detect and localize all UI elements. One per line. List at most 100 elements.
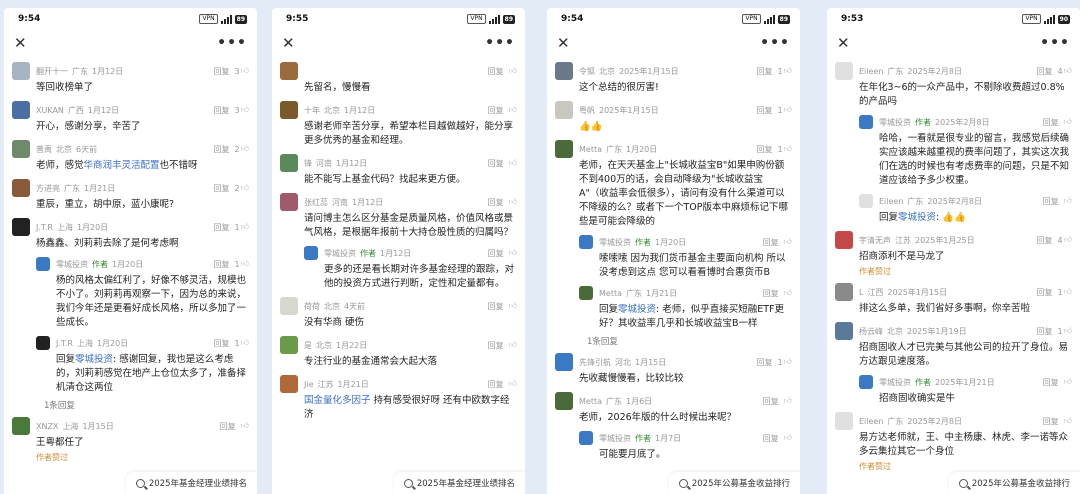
- avatar[interactable]: [579, 286, 593, 300]
- like-button[interactable]: 1 👍︎: [1058, 326, 1072, 336]
- user-name[interactable]: XUKAN: [36, 106, 64, 115]
- user-name[interactable]: 零城投资: [599, 237, 631, 248]
- like-button[interactable]: 👍︎: [784, 433, 792, 443]
- like-button[interactable]: 👍︎: [509, 105, 517, 115]
- like-button[interactable]: 2 👍︎: [235, 183, 249, 193]
- close-icon[interactable]: ✕: [557, 35, 570, 51]
- avatar[interactable]: [835, 412, 853, 430]
- reply-button[interactable]: 回复: [763, 237, 779, 248]
- reply-button[interactable]: 回复: [757, 105, 773, 116]
- reply-button[interactable]: 回复: [1043, 196, 1059, 207]
- reply-button[interactable]: 回复: [488, 158, 504, 169]
- user-name[interactable]: 杨云峰: [859, 326, 883, 337]
- reply-button[interactable]: 回复: [488, 379, 504, 390]
- user-name[interactable]: 宇清无声: [859, 235, 891, 246]
- avatar[interactable]: [835, 231, 853, 249]
- avatar[interactable]: [12, 218, 30, 236]
- like-button[interactable]: 👍︎: [509, 301, 517, 311]
- user-name[interactable]: 普禹: [36, 144, 52, 155]
- more-icon[interactable]: •••: [760, 36, 790, 50]
- avatar[interactable]: [12, 62, 30, 80]
- mention-link[interactable]: 华商润丰灵活配置: [84, 160, 160, 171]
- reply-button[interactable]: 回复: [1043, 117, 1059, 128]
- user-name[interactable]: XNZX: [36, 422, 58, 431]
- reply-button[interactable]: 回复: [214, 144, 230, 155]
- user-name[interactable]: 粤帆: [579, 105, 595, 116]
- user-name[interactable]: Metta: [579, 397, 602, 406]
- avatar[interactable]: [835, 283, 853, 301]
- avatar[interactable]: [555, 101, 573, 119]
- user-name[interactable]: J.T.R: [36, 223, 53, 232]
- avatar[interactable]: [36, 257, 50, 271]
- more-icon[interactable]: •••: [217, 36, 247, 50]
- mention-link[interactable]: 零城投资: [618, 304, 656, 315]
- search-suggestion[interactable]: 2025年基金经理业绩排名: [393, 472, 525, 494]
- like-button[interactable]: 2 👍︎: [235, 144, 249, 154]
- user-name[interactable]: Metta: [579, 145, 602, 154]
- avatar[interactable]: [12, 101, 30, 119]
- avatar[interactable]: [12, 417, 30, 435]
- reply-button[interactable]: 回复: [488, 248, 504, 259]
- reply-button[interactable]: 回复: [1037, 287, 1053, 298]
- like-button[interactable]: 4 👍︎: [1058, 66, 1072, 76]
- search-suggestion[interactable]: 2025年公募基金收益排行: [668, 472, 800, 494]
- like-button[interactable]: 👍︎: [509, 248, 517, 258]
- reply-button[interactable]: 回复: [214, 259, 230, 270]
- avatar[interactable]: [12, 140, 30, 158]
- avatar[interactable]: [304, 246, 318, 260]
- like-button[interactable]: 1 👍︎: [235, 338, 249, 348]
- reply-button[interactable]: 回复: [1037, 235, 1053, 246]
- user-name[interactable]: Metta: [599, 289, 622, 298]
- reply-button[interactable]: 回复: [1043, 416, 1059, 427]
- avatar[interactable]: [579, 235, 593, 249]
- user-name[interactable]: Eileen: [879, 197, 903, 206]
- search-suggestion[interactable]: 2025年公募基金收益排行: [948, 472, 1080, 494]
- like-button[interactable]: 👍︎: [509, 197, 517, 207]
- mention-link[interactable]: 零城投资: [75, 354, 113, 365]
- more-replies-link[interactable]: 1条回复: [555, 335, 792, 347]
- user-name[interactable]: 翻开十一: [36, 66, 68, 77]
- like-button[interactable]: 1 👍︎: [778, 105, 792, 115]
- more-icon[interactable]: •••: [485, 36, 515, 50]
- avatar[interactable]: [835, 62, 853, 80]
- avatar[interactable]: [555, 62, 573, 80]
- user-name[interactable]: 十年: [304, 105, 320, 116]
- avatar[interactable]: [859, 375, 873, 389]
- search-suggestion[interactable]: 2025年基金经理业绩排名: [125, 472, 257, 494]
- user-name[interactable]: Eileen: [859, 67, 883, 76]
- user-name[interactable]: 先锋引航: [579, 357, 611, 368]
- reply-button[interactable]: 回复: [757, 66, 773, 77]
- user-name[interactable]: 张红蕊: [304, 197, 328, 208]
- reply-button[interactable]: 回复: [1037, 66, 1053, 77]
- avatar[interactable]: [280, 375, 298, 393]
- avatar[interactable]: [280, 336, 298, 354]
- like-button[interactable]: 👍︎: [1064, 377, 1072, 387]
- reply-button[interactable]: 回复: [757, 144, 773, 155]
- avatar[interactable]: [280, 62, 298, 80]
- reply-button[interactable]: 回复: [220, 421, 236, 432]
- like-button[interactable]: 4 👍︎: [1058, 235, 1072, 245]
- more-replies-link[interactable]: 1条回复: [12, 399, 249, 411]
- avatar[interactable]: [36, 336, 50, 350]
- avatar[interactable]: [280, 154, 298, 172]
- like-button[interactable]: 1 👍︎: [235, 259, 249, 269]
- avatar[interactable]: [555, 353, 573, 371]
- close-icon[interactable]: ✕: [282, 35, 295, 51]
- more-icon[interactable]: •••: [1040, 36, 1070, 50]
- reply-button[interactable]: 回复: [214, 222, 230, 233]
- mention-link[interactable]: 零城投资: [898, 212, 936, 223]
- user-name[interactable]: 锋: [304, 158, 312, 169]
- avatar[interactable]: [859, 194, 873, 208]
- user-name[interactable]: L: [859, 288, 863, 297]
- user-name[interactable]: 零城投资: [324, 248, 356, 259]
- reply-button[interactable]: 回复: [214, 105, 230, 116]
- avatar[interactable]: [859, 115, 873, 129]
- like-button[interactable]: 1 👍︎: [778, 66, 792, 76]
- user-name[interactable]: Jie: [304, 380, 314, 389]
- like-button[interactable]: 3 👍︎: [235, 105, 249, 115]
- reply-button[interactable]: 回复: [488, 197, 504, 208]
- like-button[interactable]: 👍︎: [1064, 117, 1072, 127]
- close-icon[interactable]: ✕: [14, 35, 27, 51]
- like-button[interactable]: 👍︎: [509, 340, 517, 350]
- user-name[interactable]: 令狐: [579, 66, 595, 77]
